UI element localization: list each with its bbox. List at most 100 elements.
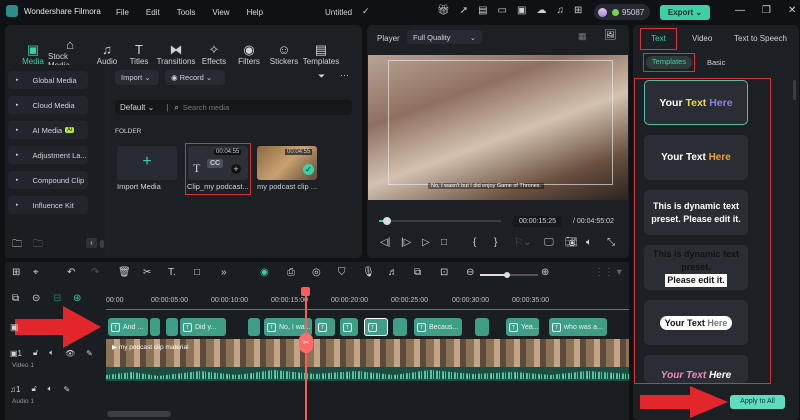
next-frame-icon[interactable]: |▷ xyxy=(401,237,411,248)
send-icon[interactable]: ➚ xyxy=(460,5,468,16)
fit-icon[interactable]: ⊡ xyxy=(440,267,448,278)
shield-icon[interactable]: ⛉ xyxy=(338,267,346,278)
save-icon[interactable]: ▣ xyxy=(517,5,526,16)
sidebar-item-influence-kit[interactable]: ▸ Influence Kit xyxy=(8,196,88,214)
eye-icon[interactable]: 👁︎ xyxy=(65,349,75,358)
subtab-templates[interactable]: Templates xyxy=(643,53,695,72)
zoom-out-icon[interactable]: ⊖ xyxy=(466,267,474,278)
subtitle-clip[interactable]: T Yea... xyxy=(506,318,539,336)
subtitle-clip[interactable]: T xyxy=(340,318,358,336)
menu-help[interactable]: Help xyxy=(247,8,263,17)
text-tool-icon[interactable]: T. xyxy=(168,267,176,278)
sidebar-scrollbar[interactable] xyxy=(100,240,104,248)
tab-text[interactable]: Text xyxy=(640,28,677,50)
display-icon[interactable]: 🖵︎ xyxy=(544,237,554,248)
subtitle-clip-selected[interactable]: T xyxy=(364,318,388,336)
mark-in-icon[interactable]: { xyxy=(473,237,476,248)
zoom-in-icon[interactable]: ⊕ xyxy=(541,267,549,278)
support-icon[interactable]: ♫ xyxy=(556,5,564,16)
subtitle-clip[interactable] xyxy=(248,318,260,336)
add-track-icon[interactable]: ⧉ xyxy=(12,293,19,304)
tab-audio[interactable]: ♫ Audio xyxy=(92,42,122,66)
sidebar-item-ai-media[interactable]: ▸ AI Media AI xyxy=(8,121,88,139)
subtitle-clip[interactable] xyxy=(150,318,160,336)
link-icon[interactable]: ⊝ xyxy=(32,293,40,304)
fullscreen-icon[interactable]: ⤡ xyxy=(607,237,615,248)
mute-icon[interactable]: 🔈︎ xyxy=(48,384,53,394)
cut-icon[interactable]: ✂ xyxy=(143,267,151,278)
video-clip-tile[interactable]: 00:04:55 ✓ xyxy=(257,146,317,180)
template-card[interactable]: Your Text Here xyxy=(644,355,748,383)
subtitle-clip[interactable]: T Did y... xyxy=(180,318,226,336)
folder-icon[interactable]: 🗀︎ xyxy=(33,237,43,254)
tab-effects[interactable]: ✧ Effects xyxy=(196,42,232,66)
record-button[interactable]: ◉ Record ⌄ xyxy=(165,70,225,85)
tab-titles[interactable]: T Titles xyxy=(122,42,156,66)
auto-ripple-icon[interactable]: ⊛ xyxy=(73,293,81,304)
volume-icon[interactable]: 🔈︎ xyxy=(586,237,592,248)
tab-stickers[interactable]: ☺ Stickers xyxy=(266,42,302,66)
sort-dropdown[interactable]: Default ⌄ xyxy=(120,103,154,112)
lock-icon[interactable]: 🔓︎ xyxy=(33,348,38,358)
more-tools-icon[interactable]: » xyxy=(221,267,227,278)
template-card[interactable]: Your Text Here xyxy=(644,300,748,345)
play-icon[interactable]: ▷ xyxy=(422,237,430,248)
notes-icon[interactable]: ▤ xyxy=(478,5,487,16)
playhead[interactable] xyxy=(305,290,307,420)
track-options-icon[interactable]: ⋮⋮ ▾ xyxy=(594,267,622,278)
import-media-tile[interactable]: + xyxy=(117,146,177,180)
sidebar-item-adjustment-layer[interactable]: ▸ Adjustment La... xyxy=(8,146,88,164)
tab-transitions[interactable]: ⧓ Transitions xyxy=(156,42,196,66)
apply-to-all-button[interactable]: Apply to All xyxy=(730,395,785,409)
cloud-icon[interactable]: ☁ xyxy=(536,5,546,16)
search-input[interactable] xyxy=(182,103,333,112)
template-card[interactable]: Your Text Here xyxy=(644,80,748,125)
mark-out-icon[interactable]: } xyxy=(494,237,497,248)
timeline-scrollbar[interactable] xyxy=(107,411,171,417)
crop-icon[interactable]: □ xyxy=(194,267,200,278)
picture-in-picture-icon[interactable]: ⧉ xyxy=(414,267,421,278)
layout-icon[interactable]: ▭ xyxy=(498,5,507,16)
more-options-icon[interactable]: ··· xyxy=(340,70,349,80)
template-card[interactable]: This is dynamic text preset. Please edit… xyxy=(644,190,748,235)
previous-frame-icon[interactable]: ◁| xyxy=(380,237,390,248)
menu-edit[interactable]: Edit xyxy=(146,8,160,17)
subtitle-clip[interactable]: Twho was a... xyxy=(549,318,607,336)
apps-icon[interactable]: ⊞ xyxy=(574,5,582,16)
grid-view-icon[interactable]: ▦ xyxy=(578,31,587,42)
close-icon[interactable]: ✕ xyxy=(788,5,796,16)
redo-icon[interactable]: ↷ xyxy=(91,267,99,278)
tab-video[interactable]: Video xyxy=(692,34,712,43)
magic-icon[interactable]: ✎ xyxy=(86,349,93,358)
menu-tools[interactable]: Tools xyxy=(177,8,196,17)
sidebar-item-global-media[interactable]: ▸ Global Media xyxy=(8,71,88,89)
audio-edit-icon[interactable]: ♬ xyxy=(388,267,398,278)
credits-badge[interactable]: 95087 xyxy=(594,4,650,20)
quality-dropdown[interactable]: Full Quality ⌄ xyxy=(407,30,482,44)
subtitle-clip[interactable] xyxy=(393,318,407,336)
template-card[interactable]: Your Text Here xyxy=(644,135,748,180)
playhead-handle[interactable] xyxy=(301,287,310,296)
zoom-slider[interactable] xyxy=(480,272,538,278)
subtitle-clip[interactable]: T Becaus... xyxy=(414,318,462,336)
ai-assistant-icon[interactable]: ◉ xyxy=(260,267,269,278)
snap-icon[interactable]: ⊟ xyxy=(53,293,61,304)
camera-icon[interactable]: 📷︎ xyxy=(565,237,578,248)
camera-icon[interactable]: ⎙ xyxy=(287,267,295,278)
sidebar-item-compound-clip[interactable]: ▸ Compound Clip xyxy=(8,171,88,189)
template-card[interactable]: This is dynamic text preset. Please edit … xyxy=(644,245,748,290)
lock-icon[interactable]: 🔓︎ xyxy=(31,384,36,394)
playhead-handle[interactable] xyxy=(383,217,391,225)
tab-media[interactable]: ▣ Media xyxy=(18,42,48,66)
render-icon[interactable]: ◎ xyxy=(312,267,321,278)
panel-scrollbar[interactable] xyxy=(793,80,796,100)
delete-icon[interactable]: 🗑︎ xyxy=(118,267,131,278)
undo-icon[interactable]: ↶ xyxy=(67,267,75,278)
subtitle-clip[interactable]: T And ... xyxy=(108,318,148,336)
stop-icon[interactable]: □ xyxy=(441,237,447,248)
gift-icon[interactable]: 🎁︎ xyxy=(437,5,450,16)
menu-view[interactable]: View xyxy=(212,8,229,17)
subtitle-clip[interactable]: T xyxy=(315,318,335,336)
mute-icon[interactable]: 🔈︎ xyxy=(49,348,54,358)
avatar[interactable] xyxy=(598,7,607,17)
